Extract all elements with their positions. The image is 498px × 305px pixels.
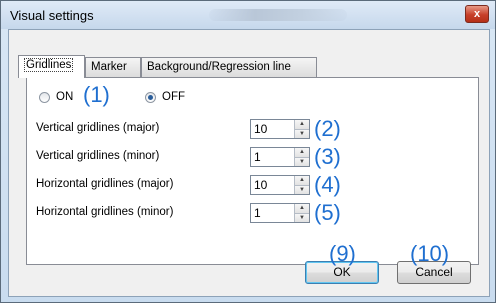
vertical-major-stepper[interactable]: 10 ▲ ▼ [250,119,310,139]
spin-up-icon[interactable]: ▲ [295,148,309,157]
row-label-vertical-major: Vertical gridlines (major) [36,122,160,134]
row-label-horizontal-minor: Horizontal gridlines (minor) [36,206,174,218]
row-label-horizontal-major: Horizontal gridlines (major) [36,178,174,190]
dialog-window: Visual settings x Gridlines Marker Backg… [0,0,496,303]
radio-on-label: ON [56,91,74,103]
vertical-major-value: 10 [254,122,268,136]
annotation-1: (1) [83,82,110,107]
row-label-vertical-minor: Vertical gridlines (minor) [36,150,160,162]
horizontal-major-value: 10 [254,178,268,192]
spin-down-icon[interactable]: ▼ [295,213,309,222]
spin-up-icon[interactable]: ▲ [295,120,309,129]
radio-off[interactable] [145,92,156,103]
tab-background-regression-label: Background/Regression line [147,61,291,73]
annotation-10: (10) [410,241,450,266]
tab-marker[interactable]: Marker [85,57,141,77]
annotation-2: (2) [314,116,341,141]
radio-on[interactable] [39,92,50,103]
window-title: Visual settings [10,8,94,23]
horizontal-minor-value: 1 [254,206,261,220]
spin-down-icon[interactable]: ▼ [295,185,309,194]
tab-gridlines[interactable]: Gridlines [18,55,85,78]
spin-up-icon[interactable]: ▲ [295,176,309,185]
annotation-5: (5) [314,200,341,225]
spin-up-icon[interactable]: ▲ [295,204,309,213]
vertical-minor-stepper[interactable]: 1 ▲ ▼ [250,147,310,167]
tab-background-regression[interactable]: Background/Regression line [141,57,317,77]
cancel-button-label: Cancel [415,265,453,279]
annotation-3: (3) [314,144,341,169]
tab-gridlines-label: Gridlines [24,58,74,72]
radio-off-label: OFF [162,91,185,103]
tab-marker-label: Marker [91,61,127,73]
radio-off-dot [148,95,153,100]
annotation-9: (9) [329,241,356,266]
spin-down-icon[interactable]: ▼ [295,129,309,138]
close-button[interactable]: x [465,5,489,23]
vertical-minor-value: 1 [254,150,261,164]
spin-down-icon[interactable]: ▼ [295,157,309,166]
ok-button-label: OK [333,265,351,279]
blurred-title-region [209,9,347,21]
close-icon: x [473,8,481,20]
horizontal-major-stepper[interactable]: 10 ▲ ▼ [250,175,310,195]
title-bar[interactable]: Visual settings x [1,1,495,29]
dialog-client-area: Gridlines Marker Background/Regression l… [8,29,490,297]
annotation-4: (4) [314,172,341,197]
horizontal-minor-stepper[interactable]: 1 ▲ ▼ [250,203,310,223]
